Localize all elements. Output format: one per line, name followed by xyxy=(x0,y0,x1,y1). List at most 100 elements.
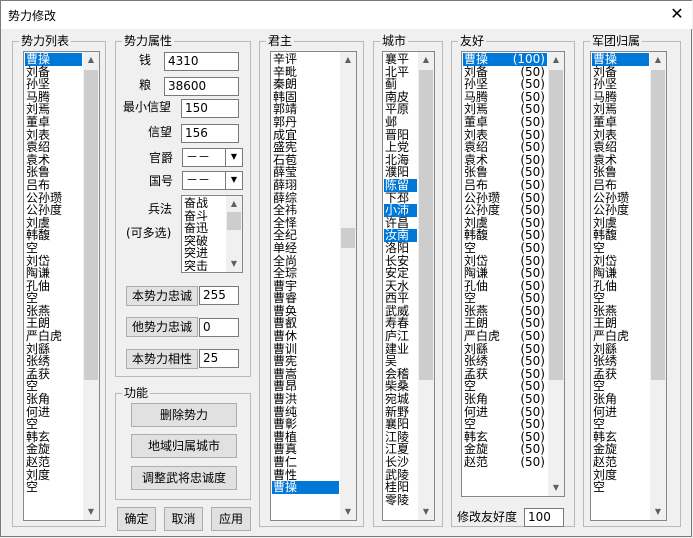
city-list-item[interactable]: 吴 xyxy=(384,355,417,368)
scroll-thumb[interactable] xyxy=(419,70,433,380)
friendship-list-item[interactable]: 曹操 (100) xyxy=(463,53,547,66)
min-trust-field[interactable]: 150 xyxy=(181,99,239,118)
lord-list-item[interactable]: 曹操 xyxy=(272,481,339,494)
edit-friendship-field[interactable]: 100 xyxy=(524,508,564,527)
friendship-scrollbar[interactable]: ▲ ▼ xyxy=(548,52,564,496)
chevron-down-icon[interactable]: ▼ xyxy=(225,149,242,166)
scroll-down-icon[interactable]: ▼ xyxy=(418,504,434,520)
friendship-list-item[interactable]: 吕布 (50) xyxy=(463,179,547,192)
apply-button[interactable]: 应用 xyxy=(211,507,251,531)
city-list-item[interactable]: 桂阳 xyxy=(384,481,417,494)
cities-scrollbar[interactable]: ▲ ▼ xyxy=(418,52,434,520)
tactic-item[interactable]: 奋迅 xyxy=(183,222,225,235)
force-list-item[interactable]: 公孙度 xyxy=(25,204,82,217)
food-field[interactable]: 38600 xyxy=(164,77,239,96)
force-list-item[interactable]: 孙坚 xyxy=(25,78,82,91)
force-list-scrollbar[interactable]: ▲ ▼ xyxy=(83,52,99,520)
city-list-item[interactable]: 安定 xyxy=(384,267,417,280)
friendship-list-item[interactable]: 空 (50) xyxy=(463,242,547,255)
army-list-item[interactable]: 空 xyxy=(592,292,649,305)
army-list-item[interactable]: 空 xyxy=(592,242,649,255)
lord-list-item[interactable]: 曹仁 xyxy=(272,456,339,469)
adjust-loyalty-button[interactable]: 调整武将忠诚度 xyxy=(131,466,237,490)
scroll-thumb[interactable] xyxy=(651,70,665,380)
city-list-item[interactable]: 庐江 xyxy=(384,330,417,343)
lord-list-item[interactable]: 曹彰 xyxy=(272,418,339,431)
army-list-item[interactable]: 赵范 xyxy=(592,456,649,469)
city-list-item[interactable]: 蓟 xyxy=(384,78,417,91)
scroll-up-icon[interactable]: ▲ xyxy=(650,52,666,68)
friendship-list-item[interactable]: 空 (50) xyxy=(463,292,547,305)
army-list-item[interactable]: 袁绍 xyxy=(592,141,649,154)
force-list-item[interactable]: 陶谦 xyxy=(25,267,82,280)
tactic-item[interactable]: 奋战 xyxy=(183,197,225,210)
city-list-item[interactable]: 洛阳 xyxy=(384,242,417,255)
delete-force-button[interactable]: 删除势力 xyxy=(131,403,237,427)
scroll-down-icon[interactable]: ▼ xyxy=(83,504,99,520)
scroll-thumb[interactable] xyxy=(84,70,98,380)
city-list-item[interactable]: 西平 xyxy=(384,292,417,305)
lord-list-item[interactable]: 单经 xyxy=(272,242,339,255)
scroll-down-icon[interactable]: ▼ xyxy=(340,504,356,520)
city-list-item[interactable]: 襄平 xyxy=(384,53,417,66)
lord-list-item[interactable]: 盛宪 xyxy=(272,141,339,154)
lord-list-item[interactable]: 薛珝 xyxy=(272,179,339,192)
friendship-list-item[interactable]: 陶谦 (50) xyxy=(463,267,547,280)
affinity-button[interactable]: 本势力相性 xyxy=(126,349,198,369)
other-loyalty-button[interactable]: 他势力忠诚 xyxy=(126,317,198,337)
army-list-item[interactable]: 严白虎 xyxy=(592,330,649,343)
force-listbox[interactable]: 曹操 刘备 孙坚 马腾 刘焉 董卓 刘表 袁绍 袁术 张鲁 吕布 公孙瓒 公孙度 刘虞 韩馥空刘岱 陶谦 孔伷空… xyxy=(23,51,100,521)
scroll-up-icon[interactable]: ▲ xyxy=(548,52,564,68)
scroll-up-icon[interactable]: ▲ xyxy=(340,52,356,68)
force-list-item[interactable]: 袁绍 xyxy=(25,141,82,154)
lord-list-item[interactable]: 辛评 xyxy=(272,53,339,66)
scroll-thumb[interactable] xyxy=(341,228,355,248)
force-list-item[interactable]: 空 xyxy=(25,242,82,255)
army-listbox[interactable]: 曹操 刘备 孙坚 马腾 刘焉 董卓 刘表 袁绍 袁术 张鲁 吕布 公孙瓒 公孙度 刘虞 韩馥空刘岱 陶谦 孔伷空… xyxy=(590,51,667,521)
force-list-item[interactable]: 张角 xyxy=(25,393,82,406)
scroll-thumb[interactable] xyxy=(227,212,241,230)
army-list-item[interactable]: 孙坚 xyxy=(592,78,649,91)
city-list-item[interactable]: 零陵 xyxy=(384,494,417,507)
lord-list-item[interactable]: 全琮 xyxy=(272,267,339,280)
region-city-button[interactable]: 地域归属城市 xyxy=(131,434,237,458)
army-list-item[interactable]: 张绣 xyxy=(592,355,649,368)
scroll-thumb[interactable] xyxy=(549,70,563,380)
lord-list-item[interactable]: 秦朗 xyxy=(272,78,339,91)
force-list-item[interactable]: 吕布 xyxy=(25,179,82,192)
city-list-item[interactable]: 宛城 xyxy=(384,393,417,406)
army-list-item[interactable]: 陶谦 xyxy=(592,267,649,280)
scroll-up-icon[interactable]: ▲ xyxy=(226,196,242,212)
other-loyalty-field[interactable]: 0 xyxy=(199,318,239,337)
army-list-item[interactable]: 吕布 xyxy=(592,179,649,192)
army-scrollbar[interactable]: ▲ ▼ xyxy=(650,52,666,520)
friendship-list-item[interactable]: 严白虎 (50) xyxy=(463,330,547,343)
army-list-item[interactable]: 空 xyxy=(592,418,649,431)
close-icon[interactable]: ✕ xyxy=(665,3,689,25)
army-list-item[interactable]: 曹操 xyxy=(592,53,649,66)
affinity-field[interactable]: 25 xyxy=(199,349,239,368)
lord-list-item[interactable]: 曹睿 xyxy=(272,292,339,305)
country-select[interactable]: －－ ▼ xyxy=(182,171,243,190)
scroll-down-icon[interactable]: ▼ xyxy=(226,256,242,272)
lord-list-item[interactable]: 曹休 xyxy=(272,330,339,343)
force-list-item[interactable]: 空 xyxy=(25,292,82,305)
own-loyalty-button[interactable]: 本势力忠诚 xyxy=(126,286,198,306)
lord-list-item[interactable]: 全祎 xyxy=(272,204,339,217)
chevron-down-icon[interactable]: ▼ xyxy=(225,172,242,189)
tactics-listbox[interactable]: 奋战 奋斗 奋迅 突破 突进 突击 ▲ ▼ xyxy=(181,195,243,273)
scroll-up-icon[interactable]: ▲ xyxy=(418,52,434,68)
city-list-item[interactable]: 陈留 xyxy=(384,179,417,192)
money-field[interactable]: 4310 xyxy=(164,52,239,71)
lords-scrollbar[interactable]: ▲ ▼ xyxy=(340,52,356,520)
friendship-list-item[interactable]: 张绣 (50) xyxy=(463,355,547,368)
city-list-item[interactable]: 襄阳 xyxy=(384,418,417,431)
city-list-item[interactable]: 邺 xyxy=(384,116,417,129)
scroll-up-icon[interactable]: ▲ xyxy=(83,52,99,68)
friendship-listbox[interactable]: 曹操 (100) 刘备 (50) 孙坚 (50) 马腾 (50) 刘焉 (50) 董卓 (50) 刘表(… xyxy=(461,51,565,497)
friendship-list-item[interactable]: 董卓 (50) xyxy=(463,116,547,129)
city-list-item[interactable]: 小沛 xyxy=(384,204,417,217)
lords-listbox[interactable]: 辛评 辛毗 秦朗 韩固 郭靖 郭丹 成宜 盛宪 石苞 薛莹 薛珝 薛综 全祎 全怿 全纪 单经 全尚 全琮 曹宇 曹睿… xyxy=(270,51,357,521)
army-list-item[interactable]: 公孙度 xyxy=(592,204,649,217)
cancel-button[interactable]: 取消 xyxy=(164,507,203,531)
